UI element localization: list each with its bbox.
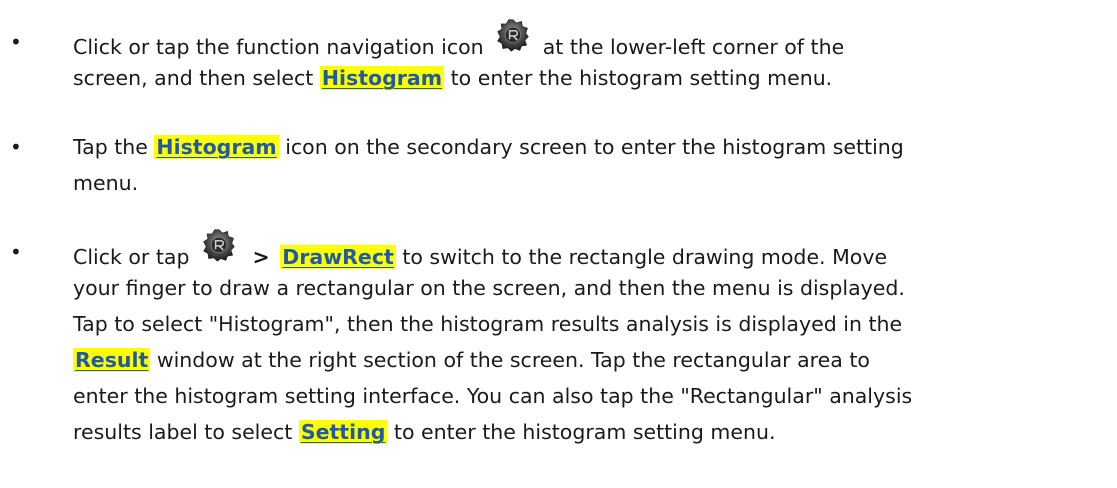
text-segment: to enter the histogram setting menu. <box>450 66 833 90</box>
list-item-text: Click or tap > DrawRect to switch to the… <box>73 229 1113 450</box>
text-segment: icon on the secondary screen to enter th… <box>285 135 904 159</box>
text-line: Tap to select "Histogram", then the hist… <box>73 306 1113 342</box>
menu-arrow: > <box>252 245 270 269</box>
text-line: enter the histogram setting interface. Y… <box>73 378 1113 414</box>
text-line: Click or tap the function navigation ico… <box>73 19 1113 60</box>
text-segment: results label to select <box>73 420 293 444</box>
result-link[interactable]: Result <box>73 348 151 372</box>
text-segment: to enter the histogram setting menu. <box>393 420 776 444</box>
histogram-link[interactable]: Histogram <box>319 66 445 90</box>
text-line: screen, and then select Histogram to ent… <box>73 60 1113 96</box>
text-line: Click or tap > DrawRect to switch to the… <box>73 229 1113 270</box>
histogram-link[interactable]: Histogram <box>154 135 279 159</box>
text-segment: enter the histogram setting interface. Y… <box>73 384 913 408</box>
text-line: Tap the Histogram icon on the secondary … <box>73 129 1113 165</box>
text-line: results label to select Setting to enter… <box>73 414 1113 450</box>
text-segment: window at the right section of the scree… <box>156 348 870 372</box>
text-segment: Tap to select "Histogram", then the hist… <box>73 312 903 336</box>
bullet-marker: • <box>10 240 22 264</box>
text-line: your finger to draw a rectangular on the… <box>73 270 1113 306</box>
text-segment: at the lower-left corner of the <box>542 35 845 59</box>
text-segment: Click or tap <box>73 245 190 269</box>
function-navigation-icon <box>202 228 236 262</box>
text-segment: to switch to the rectangle drawing mode.… <box>402 245 888 269</box>
bullet-marker: • <box>10 135 22 159</box>
list-item-text: Tap the Histogram icon on the secondary … <box>73 129 1113 201</box>
text-segment: Click or tap the function navigation ico… <box>73 35 484 59</box>
text-segment: your finger to draw a rectangular on the… <box>73 276 905 300</box>
list-item-text: Click or tap the function navigation ico… <box>73 19 1113 96</box>
text-segment: menu. <box>73 171 139 195</box>
text-line: Result window at the right section of th… <box>73 342 1113 378</box>
text-line: menu. <box>73 165 1113 201</box>
text-segment: screen, and then select <box>73 66 314 90</box>
text-segment: Tap the <box>73 135 148 159</box>
bullet-marker: • <box>10 30 22 54</box>
drawrect-link[interactable]: DrawRect <box>280 245 396 269</box>
setting-link[interactable]: Setting <box>298 420 388 444</box>
function-navigation-icon <box>496 18 530 52</box>
